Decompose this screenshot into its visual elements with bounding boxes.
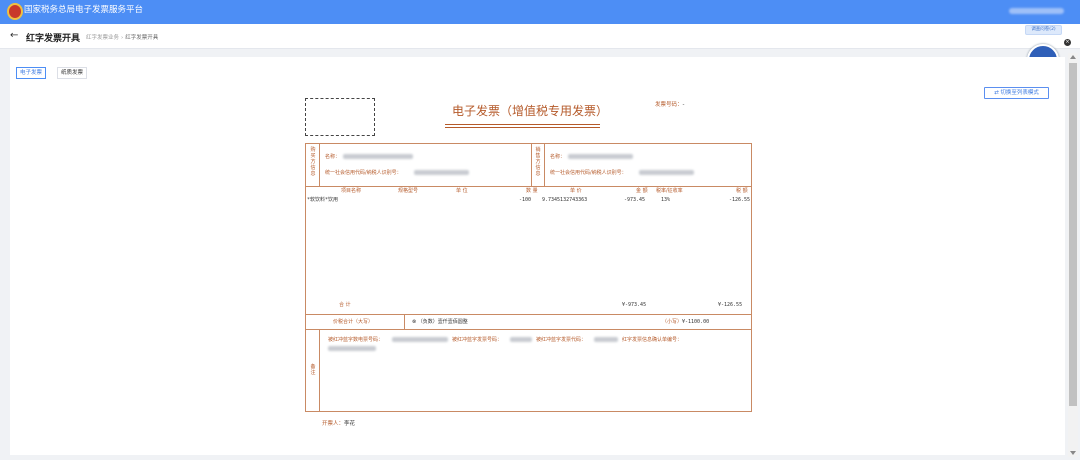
subtotal-amount: ¥-973.45 — [622, 302, 647, 308]
total-words-label: 价税合计（大写） — [333, 319, 374, 325]
buyer-taxid-redacted — [414, 170, 469, 175]
col-header-quantity: 数 量 — [526, 188, 538, 194]
buyer-side-label: 购买方信息 — [310, 147, 316, 177]
col-header-spec: 规格型号 — [398, 188, 419, 194]
scroll-down-icon[interactable] — [1070, 451, 1076, 455]
title-underline — [445, 124, 600, 125]
total-words: ⊗ （负数）壹仟壹佰圆整 — [412, 319, 468, 325]
buyer-name-label: 名称： — [325, 154, 341, 160]
survey-button[interactable]: 调查问卷(2) — [1025, 25, 1062, 35]
switch-list-mode-label: 切换至列表模式 — [1000, 90, 1039, 96]
remarks-side-label: 备注 — [310, 364, 316, 376]
buyer-taxid-label: 统一社会信用代码/纳税人识别号： — [325, 170, 402, 176]
divider — [404, 314, 405, 329]
tab-paper-invoice[interactable]: 纸质发票 — [57, 67, 88, 79]
invoice-number-value: - — [682, 102, 685, 108]
col-header-price: 单 价 — [570, 188, 582, 194]
remark-blue-invoice-number-label: 被红冲蓝字发票号码： — [452, 337, 503, 343]
remark-blue-einvoice-label: 被红冲蓝字数电票号码： — [328, 337, 384, 343]
breadcrumb-current: 红字发票开具 — [125, 35, 159, 41]
row-quantity: -100 — [519, 197, 532, 203]
page-title: 红字发票开具 — [26, 34, 81, 44]
app-title: 国家税务总局电子发票服务平台 — [24, 5, 144, 15]
tax-emblem-logo — [7, 3, 23, 20]
divider — [544, 144, 545, 186]
title-underline — [445, 127, 600, 128]
seller-name-label: 名称： — [550, 154, 566, 160]
total-small-value: ¥-1100.00 — [682, 319, 710, 325]
top-header: 国家税务总局电子发票服务平台 — [0, 0, 1080, 24]
seller-name-redacted — [568, 154, 633, 159]
vertical-scrollbar[interactable] — [1068, 53, 1078, 457]
remark-blue-einvoice-redacted — [392, 337, 448, 342]
row-item-name: *软饮料*饮用 — [307, 197, 339, 203]
remark-blue-invoice-code-label: 被红冲蓝字发票代码： — [536, 337, 587, 343]
back-arrow-icon[interactable]: ← — [10, 30, 18, 42]
scrollbar-thumb[interactable] — [1069, 63, 1077, 406]
invoice-number: 发票号码：- — [655, 100, 685, 108]
row-tax: -126.55 — [729, 197, 751, 203]
page-header: ← 红字发票开具 红字发票业务 › 红字发票开具 — [0, 24, 1080, 49]
col-header-item-name: 项目名称 — [341, 188, 362, 194]
issuer-label: 开票人： — [322, 421, 345, 427]
remark-blue-invoice-code-redacted — [594, 337, 618, 342]
breadcrumb-separator: › — [121, 35, 124, 41]
buyer-name-redacted — [343, 154, 413, 159]
account-info[interactable] — [1009, 8, 1064, 14]
divider — [306, 314, 751, 315]
seal-placeholder — [305, 98, 375, 136]
remark-confirmation-redacted — [328, 346, 376, 351]
col-header-unit: 单 位 — [456, 188, 468, 194]
subtotal-label: 合 计 — [339, 302, 351, 308]
row-tax-rate: 13% — [661, 197, 671, 203]
switch-list-mode-button[interactable]: ⇄ 切换至列表模式 — [984, 87, 1049, 99]
seller-taxid-label: 统一社会信用代码/纳税人识别号： — [550, 170, 627, 176]
row-price: 9.7345132743363 — [542, 197, 588, 203]
total-words-value: （负数）壹仟壹佰圆整 — [417, 319, 468, 325]
scroll-up-icon[interactable] — [1070, 55, 1076, 59]
invoice-number-label: 发票号码： — [655, 102, 683, 108]
remark-blue-invoice-number-redacted — [510, 337, 532, 342]
col-header-amount: 金 额 — [636, 188, 648, 194]
seller-side-label: 销售方信息 — [535, 147, 541, 177]
breadcrumb-item[interactable]: 红字发票业务 — [86, 35, 119, 41]
total-small-label: （小写） — [662, 319, 683, 325]
seller-taxid-redacted — [639, 170, 694, 175]
divider — [306, 329, 751, 330]
subtotal-tax: ¥-126.55 — [718, 302, 743, 308]
row-amount: -973.45 — [624, 197, 646, 203]
breadcrumb: 红字发票业务 › 红字发票开具 — [86, 33, 158, 41]
tab-electronic-invoice[interactable]: 电子发票 — [16, 67, 47, 79]
invoice-form: 购买方信息 名称： 统一社会信用代码/纳税人识别号： 销售方信息 名称： 统一社… — [305, 143, 752, 412]
divider — [319, 329, 320, 411]
main-content: 电子发票 纸质发票 ⇄ 切换至列表模式 电子发票（增值税专用发票） 发票号码：-… — [10, 57, 1065, 455]
issuer-name: 李花 — [344, 421, 356, 427]
divider — [306, 186, 751, 187]
invoice-title: 电子发票（增值税专用发票） — [451, 104, 608, 118]
col-header-tax: 税 额 — [736, 188, 748, 194]
close-icon[interactable]: × — [1064, 39, 1071, 46]
divider — [319, 144, 320, 186]
issuer: 开票人：李花 — [322, 419, 355, 427]
col-header-tax-rate: 税率/征收率 — [656, 188, 683, 194]
remark-confirmation-label: 红字发票信息确认单编号： — [622, 337, 683, 343]
divider — [531, 144, 532, 186]
